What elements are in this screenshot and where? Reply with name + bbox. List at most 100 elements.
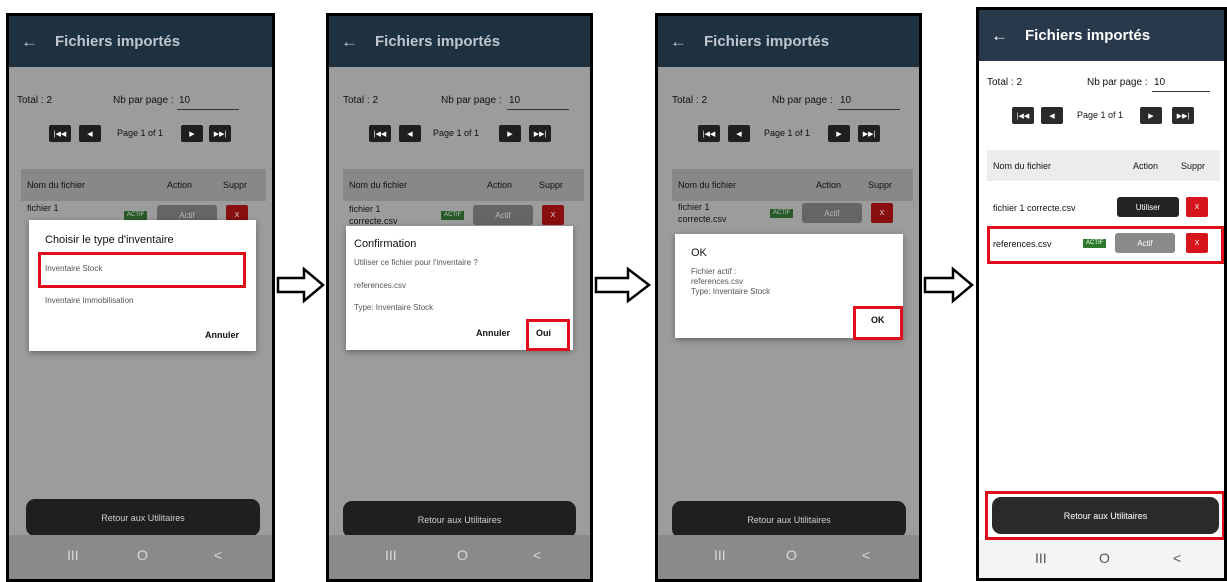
phone-screen-1: ← Fichiers importés Total : 2 Nb par pag…: [6, 13, 275, 582]
col-delete: Suppr: [539, 180, 564, 190]
next-page-icon[interactable]: ▶: [499, 125, 521, 142]
previous-page-icon[interactable]: ◀: [1041, 107, 1063, 124]
per-page-input[interactable]: 10: [177, 95, 239, 110]
next-page-icon[interactable]: ▶: [828, 125, 850, 142]
total-label: Total : 2: [343, 95, 379, 106]
col-action: Action: [1133, 161, 1159, 171]
dialog-file: references.csv: [354, 281, 407, 290]
delete-button[interactable]: X: [1186, 197, 1208, 217]
table-header: Nom du fichier Action Suppr: [343, 169, 584, 201]
arrow-left-icon[interactable]: ←: [21, 33, 38, 50]
home-icon[interactable]: O: [137, 547, 148, 563]
file-name: fichier 1 correcte.csv: [993, 203, 1076, 213]
highlight-ok: [853, 306, 903, 340]
col-filename: Nom du fichier: [678, 180, 737, 190]
home-icon[interactable]: O: [1099, 550, 1110, 566]
table-header: Nom du fichier Action Suppr: [672, 169, 913, 201]
dialog-line3: Type: Inventaire Stock: [691, 287, 771, 296]
actif-button[interactable]: Actif: [473, 205, 533, 225]
actif-badge: ACTIF: [441, 211, 465, 220]
last-page-icon[interactable]: ▶▶|: [529, 125, 551, 142]
retour-utilitaires-button[interactable]: Retour aux Utilitaires: [343, 501, 576, 538]
first-page-icon[interactable]: |◀◀: [1012, 107, 1034, 124]
previous-page-icon[interactable]: ◀: [399, 125, 421, 142]
last-page-icon[interactable]: ▶▶|: [1172, 107, 1194, 124]
screenshot-sequence: ← Fichiers importés Total : 2 Nb par pag…: [0, 0, 1227, 582]
first-page-icon[interactable]: |◀◀: [369, 125, 391, 142]
home-icon[interactable]: O: [786, 547, 797, 563]
android-nav-bar: III O <: [658, 535, 919, 579]
actif-badge: ACTIF: [124, 211, 148, 220]
back-nav-icon[interactable]: <: [1173, 550, 1181, 566]
total-label: Total : 2: [17, 95, 53, 106]
per-page-label: Nb par page :: [113, 95, 174, 106]
table-header: Nom du fichier Action Suppr: [987, 150, 1220, 181]
dialog-message: Utiliser ce fichier pour l'inventaire ?: [354, 258, 478, 267]
actif-button[interactable]: Actif: [802, 203, 862, 223]
recents-icon[interactable]: III: [714, 547, 726, 563]
page-title: Fichiers importés: [704, 33, 830, 50]
arrow-right-icon: [594, 266, 652, 304]
highlight-inventaire-stock: [38, 252, 246, 288]
phone-screen-4: ← Fichiers importés Total : 2 Nb par pag…: [976, 7, 1227, 581]
total-label: Total : 2: [987, 77, 1023, 88]
per-page-input[interactable]: 10: [838, 95, 900, 110]
page-title: Fichiers importés: [55, 33, 181, 50]
arrow-left-icon[interactable]: ←: [991, 27, 1008, 44]
arrow-left-icon[interactable]: ←: [670, 33, 687, 50]
last-page-icon[interactable]: ▶▶|: [858, 125, 880, 142]
arrow-right-icon: [276, 266, 325, 304]
delete-button[interactable]: X: [542, 205, 564, 225]
col-action: Action: [167, 180, 193, 190]
first-page-icon[interactable]: |◀◀: [698, 125, 720, 142]
actif-badge: ACTIF: [770, 209, 794, 218]
recents-icon[interactable]: III: [385, 547, 397, 563]
dialog-line1: Fichier actif :: [691, 267, 737, 276]
dialog-title: OK: [691, 247, 707, 259]
back-nav-icon[interactable]: <: [533, 547, 541, 563]
utiliser-button[interactable]: Utiliser: [1117, 197, 1179, 217]
android-nav-bar: III O <: [979, 540, 1224, 578]
cancel-button[interactable]: Annuler: [205, 330, 239, 340]
delete-button[interactable]: X: [871, 203, 893, 223]
dialog-line2: references.csv: [691, 277, 744, 286]
per-page-input[interactable]: 10: [507, 95, 569, 110]
col-delete: Suppr: [1181, 161, 1206, 171]
phone-screen-3: ← Fichiers importés Total : 2 Nb par pag…: [655, 13, 922, 582]
dialog-type: Type: Inventaire Stock: [354, 303, 434, 312]
file-name: fichier 1 correcte.csv: [678, 202, 727, 224]
col-delete: Suppr: [223, 180, 248, 190]
retour-utilitaires-button[interactable]: Retour aux Utilitaires: [672, 501, 906, 538]
col-action: Action: [816, 180, 842, 190]
app-bar: ← Fichiers importés: [9, 16, 272, 67]
previous-page-icon[interactable]: ◀: [728, 125, 750, 142]
pager: |◀◀ ◀ Page 1 of 1 ▶ ▶▶|: [329, 125, 590, 145]
per-page-label: Nb par page :: [772, 95, 833, 106]
retour-utilitaires-button[interactable]: Retour aux Utilitaires: [26, 499, 260, 536]
per-page-input[interactable]: 10: [1152, 77, 1210, 92]
first-page-icon[interactable]: |◀◀: [49, 125, 71, 142]
last-page-icon[interactable]: ▶▶|: [209, 125, 231, 142]
recents-icon[interactable]: III: [1035, 550, 1047, 566]
table-header: Nom du fichier Action Suppr: [21, 169, 266, 201]
page-indicator: Page 1 of 1: [433, 128, 480, 138]
next-page-icon[interactable]: ▶: [181, 125, 203, 142]
android-nav-bar: III O <: [9, 535, 272, 579]
previous-page-icon[interactable]: ◀: [79, 125, 101, 142]
total-label: Total : 2: [672, 95, 708, 106]
cancel-button[interactable]: Annuler: [476, 328, 510, 338]
recents-icon[interactable]: III: [67, 547, 79, 563]
col-delete: Suppr: [868, 180, 893, 190]
table-row: fichier 1 correcte.csv ACTIF Actif X: [672, 200, 913, 230]
per-page-label: Nb par page :: [1087, 77, 1148, 88]
back-nav-icon[interactable]: <: [214, 547, 222, 563]
pager: |◀◀ ◀ Page 1 of 1 ▶ ▶▶|: [979, 107, 1224, 127]
arrow-left-icon[interactable]: ←: [341, 33, 358, 50]
pager: |◀◀ ◀ Page 1 of 1 ▶ ▶▶|: [658, 125, 919, 145]
back-nav-icon[interactable]: <: [862, 547, 870, 563]
home-icon[interactable]: O: [457, 547, 468, 563]
option-inventaire-immobilisation[interactable]: Inventaire Immobilisation: [45, 296, 133, 305]
next-page-icon[interactable]: ▶: [1140, 107, 1162, 124]
app-bar: ← Fichiers importés: [658, 16, 919, 67]
phone-screen-2: ← Fichiers importés Total : 2 Nb par pag…: [326, 13, 593, 582]
